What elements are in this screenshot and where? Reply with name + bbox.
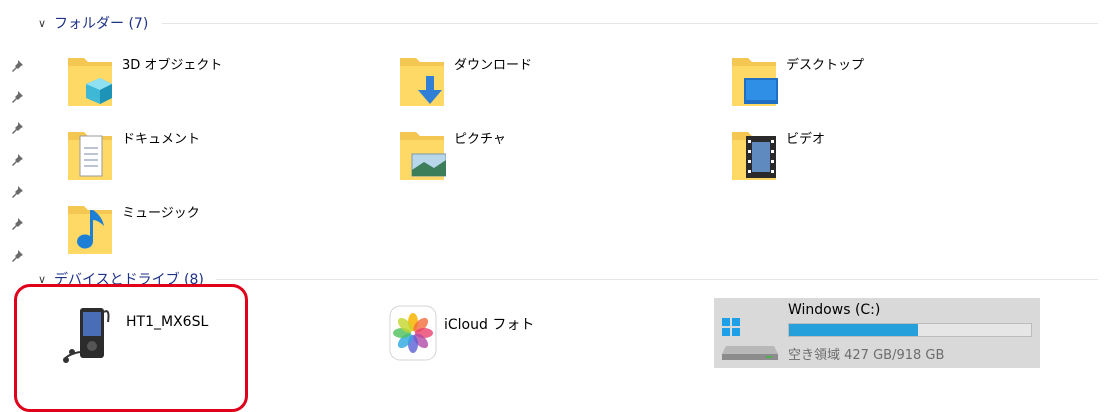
folder-label: ミュージック xyxy=(122,206,200,221)
device-label: iCloud フォト xyxy=(444,317,535,333)
windows-drive-icon xyxy=(722,318,778,360)
folder-videos[interactable]: ビデオ xyxy=(730,128,1050,198)
pin-icon[interactable] xyxy=(8,89,26,105)
drive-usage-bar xyxy=(788,323,1032,337)
group-divider xyxy=(162,23,1098,24)
pin-icon[interactable] xyxy=(8,58,26,74)
folder-pictures[interactable]: ピクチャ xyxy=(398,128,718,198)
desktop-folder-icon xyxy=(732,58,778,106)
folders-group-header[interactable]: ∨ フォルダー (7) xyxy=(38,12,1098,34)
highlight-annotation xyxy=(14,284,248,412)
music-folder-icon xyxy=(68,206,112,254)
chevron-down-icon[interactable]: ∨ xyxy=(38,17,54,30)
folders-group-title: フォルダー (7) xyxy=(54,16,149,32)
downloads-folder-icon xyxy=(400,58,444,106)
videos-folder-icon xyxy=(732,132,776,180)
folder-desktop[interactable]: デスクトップ xyxy=(730,54,1050,124)
folder-documents[interactable]: ドキュメント xyxy=(66,128,386,198)
documents-folder-icon xyxy=(68,132,112,180)
folder-label: ビデオ xyxy=(786,132,826,147)
folder-label: ドキュメント xyxy=(122,132,201,147)
3d-objects-folder-icon xyxy=(68,58,112,106)
pin-icon[interactable] xyxy=(8,248,26,264)
folder-music[interactable]: ミュージック xyxy=(66,202,386,272)
drive-label: Windows (C:) xyxy=(788,302,881,318)
icloud-photos-icon xyxy=(389,305,437,361)
drive-free-space: 空き領域 427 GB/918 GB xyxy=(788,348,945,363)
pin-icon[interactable] xyxy=(8,120,26,136)
folder-3d-objects[interactable]: 3D オブジェクト xyxy=(66,54,386,124)
pin-icon[interactable] xyxy=(8,184,26,200)
pictures-folder-icon xyxy=(400,132,446,180)
pin-icon[interactable] xyxy=(8,216,26,232)
drive-usage-fill xyxy=(789,324,919,336)
folder-downloads[interactable]: ダウンロード xyxy=(398,54,718,124)
group-divider xyxy=(216,279,1098,280)
folder-label: 3D オブジェクト xyxy=(122,58,223,73)
drive-windows-c[interactable]: Windows (C:) 空き領域 427 GB/918 GB xyxy=(714,298,1040,368)
folder-label: ピクチャ xyxy=(454,132,506,147)
folder-label: ダウンロード xyxy=(454,58,533,73)
device-icloud-photos[interactable]: iCloud フォト xyxy=(388,302,588,372)
folder-label: デスクトップ xyxy=(786,58,865,73)
pin-icon[interactable] xyxy=(8,152,26,168)
